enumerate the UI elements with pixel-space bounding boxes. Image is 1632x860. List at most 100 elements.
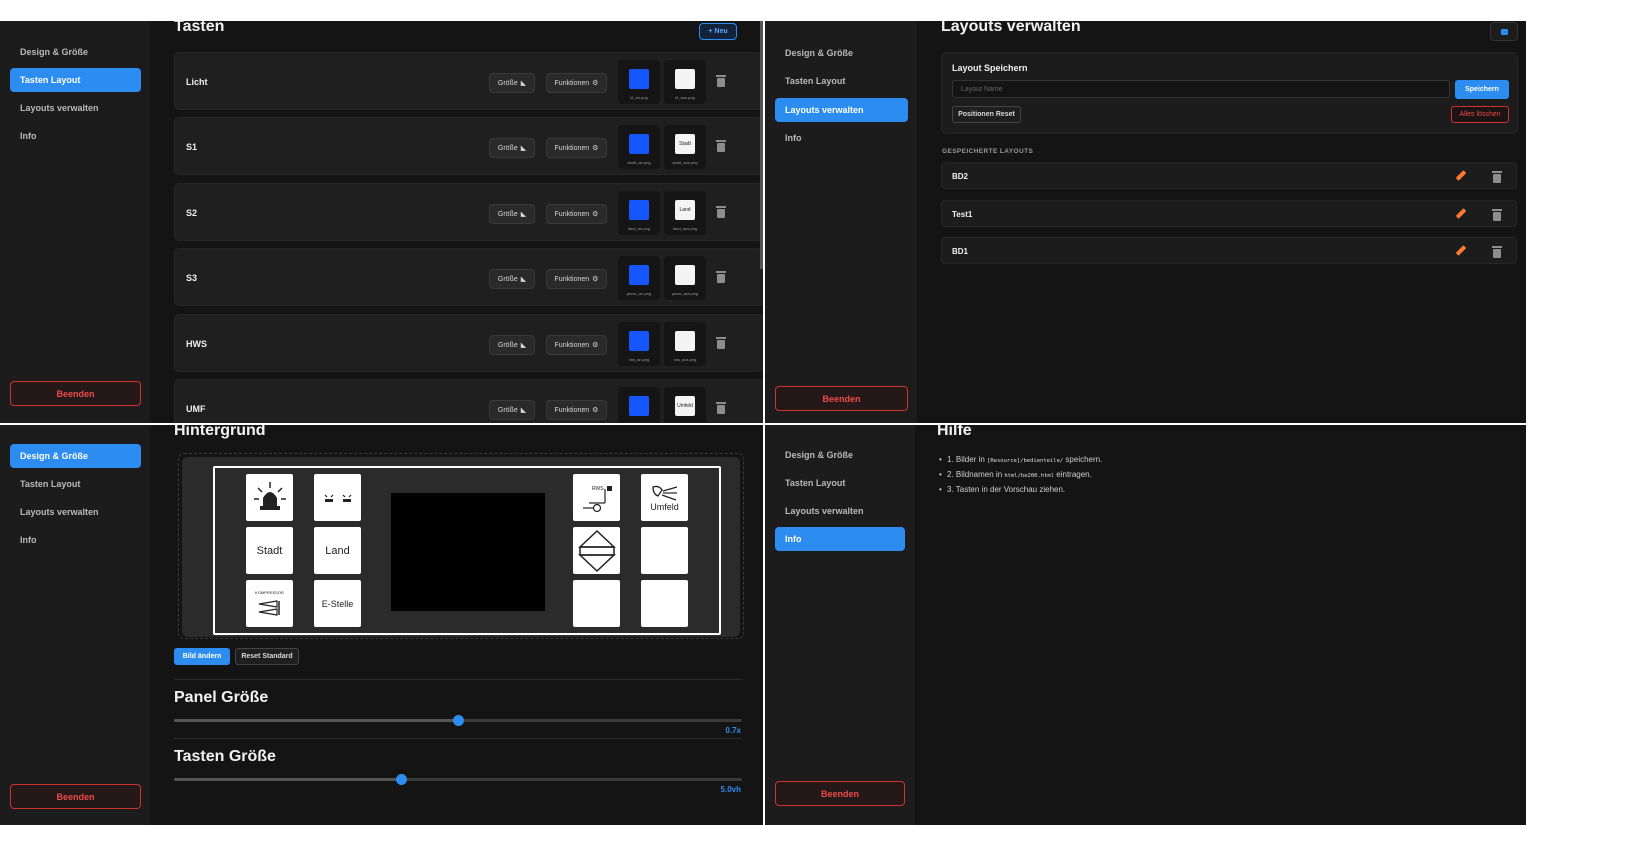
- sidebar-item-design[interactable]: Design & Größe: [775, 443, 905, 467]
- trash-icon[interactable]: [716, 402, 726, 414]
- size-button[interactable]: Größe ◣: [489, 204, 535, 224]
- key-row[interactable]: UMF Größe ◣ Funktionen ⚙ Umfeld: [174, 379, 763, 423]
- sidebar-item-manage-layouts[interactable]: Layouts verwalten: [10, 96, 141, 120]
- kompressor-key[interactable]: KOMPRESSOR: [246, 580, 293, 627]
- image-off-thumbnail[interactable]: bl_aus.png: [664, 60, 706, 104]
- image-off-swatch: Land: [675, 200, 695, 220]
- size-button[interactable]: Größe ◣: [489, 138, 535, 158]
- blank-key-1[interactable]: [641, 527, 688, 574]
- image-off-thumbnail[interactable]: Umfeld: [664, 387, 706, 423]
- key-row[interactable]: S3 Größe ◣ Funktionen ⚙ presc_an.png presc_aus…: [174, 248, 763, 306]
- size-button[interactable]: Größe ◣: [489, 335, 535, 355]
- trash-icon[interactable]: [1492, 246, 1502, 258]
- land-key[interactable]: Land: [314, 527, 361, 574]
- blank-key-2[interactable]: [573, 580, 620, 627]
- sidebar-item-keys-layout[interactable]: Tasten Layout: [10, 68, 141, 92]
- panel-size-slider[interactable]: [174, 715, 742, 726]
- functions-button[interactable]: Funktionen ⚙: [546, 335, 607, 355]
- image-off-thumbnail[interactable]: Stadt stadt_aus.png: [664, 125, 706, 169]
- key-size-knob[interactable]: [396, 774, 408, 785]
- key-row[interactable]: S1 Größe ◣ Funktionen ⚙ stadt_an.png Stadt stad…: [174, 117, 763, 175]
- pencil-icon[interactable]: [1456, 209, 1466, 219]
- key-size-slider[interactable]: [174, 774, 742, 785]
- functions-button[interactable]: Funktionen ⚙: [546, 73, 607, 93]
- trash-icon[interactable]: [716, 271, 726, 283]
- estelle-key[interactable]: E-Stelle: [314, 580, 361, 627]
- key-row[interactable]: S2 Größe ◣ Funktionen ⚙ land_an.png Land land_a…: [174, 183, 763, 241]
- sidebar-item-info[interactable]: Info: [775, 126, 908, 150]
- functions-button[interactable]: Funktionen ⚙: [546, 269, 607, 289]
- save-card-title: Layout Speichern: [952, 63, 1028, 73]
- reset-default-button[interactable]: Reset Standard: [235, 648, 299, 665]
- image-on-swatch: [629, 265, 649, 285]
- saved-layout-row[interactable]: BD2: [941, 162, 1517, 189]
- key-name: UMF: [186, 404, 206, 414]
- saved-layout-row[interactable]: Test1: [941, 200, 1517, 227]
- sidebar-item-info[interactable]: Info: [10, 124, 141, 148]
- scrollbar[interactable]: [760, 21, 763, 269]
- beacon-key[interactable]: [246, 474, 293, 521]
- sidebar-item-info[interactable]: Info: [10, 528, 141, 552]
- save-button[interactable]: Speichern: [1455, 80, 1509, 99]
- lights-key[interactable]: [314, 474, 361, 521]
- sidebar-item-design[interactable]: Design & Größe: [10, 40, 141, 64]
- pencil-icon[interactable]: [1456, 246, 1466, 256]
- sync-icon[interactable]: [1490, 22, 1518, 41]
- image-on-thumbnail[interactable]: presc_an.png: [618, 256, 660, 300]
- tilt-key[interactable]: [573, 527, 620, 574]
- trash-icon[interactable]: [1492, 171, 1502, 183]
- delete-all-button[interactable]: Alles löschen: [1451, 106, 1509, 123]
- image-on-thumbnail[interactable]: land_an.png: [618, 191, 660, 235]
- sidebar-item-manage-layouts[interactable]: Layouts verwalten: [775, 98, 908, 122]
- trash-icon[interactable]: [716, 140, 726, 152]
- sidebar-item-design[interactable]: Design & Größe: [10, 444, 141, 468]
- sidebar-item-manage-layouts[interactable]: Layouts verwalten: [10, 500, 141, 524]
- stadt-key[interactable]: Stadt: [246, 527, 293, 574]
- panel-size-knob[interactable]: [453, 715, 464, 726]
- trash-icon[interactable]: [1492, 209, 1502, 221]
- image-on-filename: presc_an.png: [626, 291, 652, 296]
- quit-button[interactable]: Beenden: [775, 386, 908, 411]
- image-off-thumbnail[interactable]: Land land_aus.png: [664, 191, 706, 235]
- trash-icon[interactable]: [716, 206, 726, 218]
- quit-button[interactable]: Beenden: [775, 781, 905, 806]
- reset-positions-button[interactable]: Positionen Reset: [952, 106, 1021, 123]
- size-button[interactable]: Größe ◣: [489, 400, 535, 420]
- quit-button[interactable]: Beenden: [10, 381, 141, 406]
- layout-name-input[interactable]: [952, 80, 1450, 98]
- sidebar-item-keys-layout[interactable]: Tasten Layout: [10, 472, 141, 496]
- help-step-1: 1. Bilder in [Resource]/bedienteile/ spe…: [939, 455, 1102, 464]
- size-button[interactable]: Größe ◣: [489, 73, 535, 93]
- key-row[interactable]: Licht Größe ◣ Funktionen ⚙ bl_an.png bl_aus.pn…: [174, 52, 763, 110]
- sidebar-item-info[interactable]: Info: [775, 527, 905, 551]
- saved-layout-row[interactable]: BD1: [941, 237, 1517, 264]
- new-key-button[interactable]: + Neu: [699, 23, 737, 40]
- umfeld-key[interactable]: Umfeld: [641, 474, 688, 521]
- size-button[interactable]: Größe ◣: [489, 269, 535, 289]
- image-on-thumbnail[interactable]: stadt_an.png: [618, 125, 660, 169]
- up-down-icon: [577, 529, 616, 572]
- image-off-thumbnail[interactable]: rws_aus.png: [664, 322, 706, 366]
- blank-key-3[interactable]: [641, 580, 688, 627]
- functions-button[interactable]: Funktionen ⚙: [546, 400, 607, 420]
- sidebar-item-keys-layout[interactable]: Tasten Layout: [775, 471, 905, 495]
- image-on-thumbnail[interactable]: bl_an.png: [618, 60, 660, 104]
- functions-button[interactable]: Funktionen ⚙: [546, 138, 607, 158]
- change-image-button[interactable]: Bild ändern: [174, 648, 230, 665]
- sidebar-item-keys-layout[interactable]: Tasten Layout: [775, 69, 908, 93]
- trash-icon[interactable]: [716, 75, 726, 87]
- image-on-thumbnail[interactable]: rws_an.png: [618, 322, 660, 366]
- sidebar-item-manage-layouts[interactable]: Layouts verwalten: [775, 499, 905, 523]
- image-on-filename: stadt_an.png: [627, 160, 651, 165]
- functions-button[interactable]: Funktionen ⚙: [546, 204, 607, 224]
- image-off-swatch: [675, 331, 695, 351]
- quit-button[interactable]: Beenden: [10, 784, 141, 809]
- trash-icon[interactable]: [716, 337, 726, 349]
- sidebar-item-design[interactable]: Design & Größe: [775, 41, 908, 65]
- page-title: Layouts verwalten: [941, 21, 1081, 35]
- rws-key[interactable]: RWS: [573, 474, 620, 521]
- image-off-thumbnail[interactable]: presc_aus.png: [664, 256, 706, 300]
- key-row[interactable]: HWS Größe ◣ Funktionen ⚙ rws_an.png rws_aus.pn…: [174, 314, 763, 372]
- pencil-icon[interactable]: [1456, 171, 1466, 181]
- image-on-thumbnail[interactable]: [618, 387, 660, 423]
